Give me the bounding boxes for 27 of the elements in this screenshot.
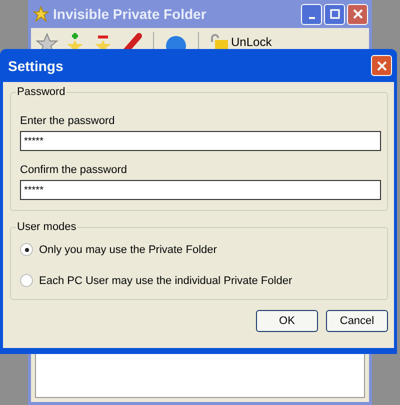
field-label: Enter the password [20,115,116,127]
star-icon [33,6,49,22]
password-field[interactable]: ***** [20,131,381,151]
option-label: Only you may use the Private Folder [39,244,217,256]
minimize-button[interactable] [301,4,322,24]
close-button[interactable] [347,4,368,24]
close-icon [352,9,362,19]
option-label: Each PC User may use the individual Private Folder [39,274,292,286]
minimize-icon [308,16,314,18]
close-icon [376,60,386,70]
field-label: Confirm the password [20,164,128,176]
radio-option[interactable]: Each PC User may use the individual Private Folder [20,274,381,287]
unlock-button[interactable]: UnLock [209,32,272,50]
radio-button[interactable] [20,243,33,256]
maximize-button[interactable] [324,4,345,24]
radio-option[interactable]: Only you may use the Private Folder [20,243,381,256]
group-title: Password [16,86,66,98]
dialog-button[interactable]: Cancel [326,310,388,332]
maximize-icon [330,9,340,19]
padlock-folder-icon [209,34,229,50]
dialog-button[interactable]: OK [256,310,318,332]
radio-button[interactable] [20,274,33,287]
window-title: Invisible Private Folder [53,6,208,22]
group-title: User modes [16,221,78,233]
password-field[interactable]: ***** [20,180,381,200]
close-button[interactable] [371,55,392,76]
dialog-title: Settings [8,58,64,74]
